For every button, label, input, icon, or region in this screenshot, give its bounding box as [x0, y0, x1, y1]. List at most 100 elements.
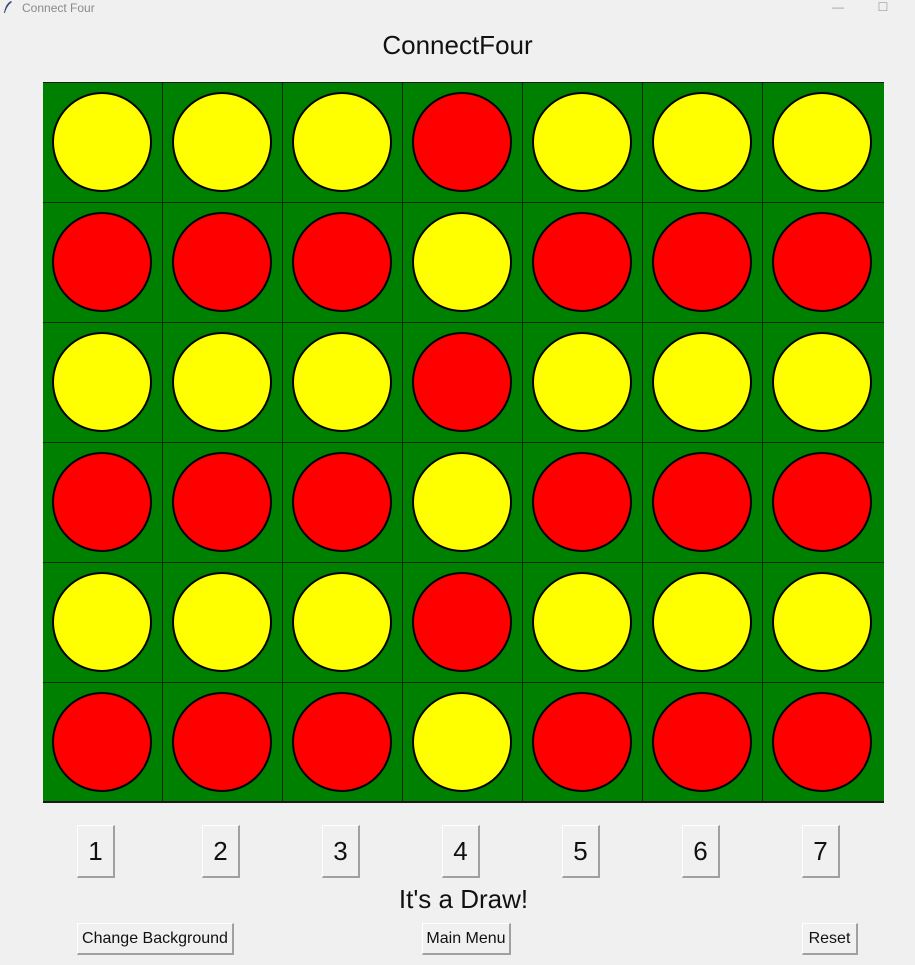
game-title: ConnectFour [382, 30, 533, 60]
column-2-button[interactable]: 2 [202, 825, 240, 878]
board-cell [283, 323, 403, 443]
red-disc [292, 692, 392, 792]
board-cell [43, 203, 163, 323]
feather-icon [4, 1, 12, 13]
change-background-button[interactable]: Change Background [77, 923, 234, 955]
red-disc [772, 212, 872, 312]
red-disc [532, 692, 632, 792]
red-disc [52, 692, 152, 792]
column-5-button[interactable]: 5 [562, 825, 600, 878]
yellow-disc [412, 692, 512, 792]
red-disc [772, 452, 872, 552]
grid-line [43, 322, 884, 323]
game-board [43, 82, 884, 803]
yellow-disc [52, 332, 152, 432]
column-1-button[interactable]: 1 [77, 825, 115, 878]
window-title: Connect Four [22, 1, 95, 15]
red-disc [532, 452, 632, 552]
board-cell [523, 563, 643, 683]
red-disc [652, 452, 752, 552]
board-cell [403, 323, 523, 443]
yellow-disc [532, 572, 632, 672]
board-cell [43, 443, 163, 563]
red-disc [652, 692, 752, 792]
board-cell [163, 683, 283, 803]
board-cell [523, 323, 643, 443]
yellow-disc [772, 332, 872, 432]
yellow-disc [532, 92, 632, 192]
board-cell [643, 203, 763, 323]
yellow-disc [52, 572, 152, 672]
board-cell [43, 323, 163, 443]
board-cell [43, 83, 163, 203]
grid-line [43, 562, 884, 563]
yellow-disc [172, 92, 272, 192]
board-cell [403, 563, 523, 683]
board-cell [163, 323, 283, 443]
red-disc [52, 212, 152, 312]
board-cell [163, 563, 283, 683]
board-cell [523, 203, 643, 323]
board-cell [403, 683, 523, 803]
board-cell [403, 443, 523, 563]
board-cell [763, 683, 883, 803]
board-cell [283, 563, 403, 683]
column-3-button[interactable]: 3 [322, 825, 360, 878]
yellow-disc [652, 92, 752, 192]
red-disc [772, 692, 872, 792]
grid-line [43, 202, 884, 203]
yellow-disc [412, 452, 512, 552]
red-disc [172, 452, 272, 552]
board-cell [763, 83, 883, 203]
red-disc [172, 212, 272, 312]
board-cell [163, 443, 283, 563]
maximize-button[interactable]: ☐ [868, 0, 898, 16]
board-cell [763, 563, 883, 683]
board-cell [163, 203, 283, 323]
yellow-disc [292, 92, 392, 192]
yellow-disc [772, 92, 872, 192]
grid-line [43, 442, 884, 443]
red-disc [412, 572, 512, 672]
board-cell [523, 443, 643, 563]
title-bar: Connect Four — ☐ [0, 0, 915, 16]
minimize-button[interactable]: — [823, 0, 853, 16]
column-4-button[interactable]: 4 [442, 825, 480, 878]
yellow-disc [532, 332, 632, 432]
board-cell [643, 323, 763, 443]
yellow-disc [172, 332, 272, 432]
red-disc [52, 452, 152, 552]
board-cell [283, 443, 403, 563]
board-cell [43, 683, 163, 803]
main-menu-button[interactable]: Main Menu [422, 923, 511, 955]
red-disc [292, 212, 392, 312]
red-disc [652, 212, 752, 312]
board-cell [763, 443, 883, 563]
yellow-disc [652, 332, 752, 432]
red-disc [292, 452, 392, 552]
board-cell [283, 203, 403, 323]
board-cell [403, 83, 523, 203]
red-disc [412, 92, 512, 192]
column-7-button[interactable]: 7 [802, 825, 840, 878]
board-cell [163, 83, 283, 203]
board-cell [643, 443, 763, 563]
red-disc [172, 692, 272, 792]
yellow-disc [292, 332, 392, 432]
yellow-disc [292, 572, 392, 672]
game-status: It's a Draw! [398, 884, 529, 914]
yellow-disc [412, 212, 512, 312]
board-cell [643, 683, 763, 803]
yellow-disc [52, 92, 152, 192]
board-cell [763, 323, 883, 443]
column-6-button[interactable]: 6 [682, 825, 720, 878]
board-cell [403, 203, 523, 323]
yellow-disc [172, 572, 272, 672]
reset-button[interactable]: Reset [802, 923, 858, 955]
board-cell [283, 83, 403, 203]
yellow-disc [652, 572, 752, 672]
board-cell [43, 563, 163, 683]
red-disc [532, 212, 632, 312]
board-cell [523, 683, 643, 803]
board-cell [523, 83, 643, 203]
